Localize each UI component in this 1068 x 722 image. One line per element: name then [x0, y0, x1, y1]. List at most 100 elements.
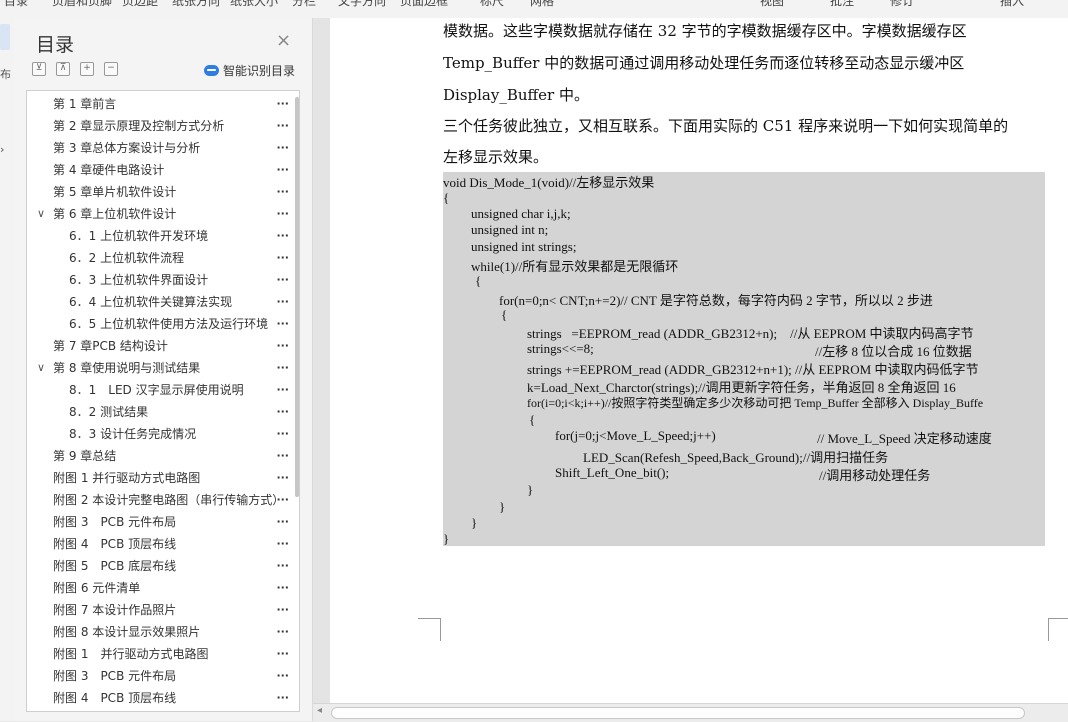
toc-item[interactable]: 附图 8 本设计显示效果照片 ···: [27, 621, 289, 643]
ribbon-toolbar: 目录 页眉和页脚 页边距 纸张方向 纸张大小 分栏 文字方向 页面边框 标尺 网…: [0, 0, 1068, 19]
code-comment: //调用移动处理任务: [819, 468, 931, 483]
ribbon-item[interactable]: 视图: [760, 0, 784, 9]
toc-leader-dots: ···: [276, 493, 289, 506]
toc-item-label: 第 8 章使用说明与测试结果: [53, 361, 201, 375]
toc-leader-dots: ···: [276, 383, 289, 396]
toc-item[interactable]: 附图 7 本设计作品照片 ···: [27, 599, 289, 621]
toc-item-label: 附图 5 PCB 底层布线: [53, 559, 177, 573]
toc-item[interactable]: 第 4 章硬件电路设计 ···: [27, 159, 289, 181]
toc-item-label: 附图 8 本设计显示效果照片: [53, 625, 201, 639]
toc-leader-dots: ···: [276, 581, 289, 594]
toc-item[interactable]: 附图 3 PCB 元件布局 ···: [27, 665, 289, 687]
toc-leader-dots: ···: [276, 603, 289, 616]
toc-item-label: 第 3 章总体方案设计与分析: [53, 141, 201, 155]
code-line: for(i=0;i<k;i++)//按照字符类型确定多少次移动可把 Temp_B…: [527, 396, 984, 410]
toc-item-label: 8．3 设计任务完成情况: [69, 427, 197, 441]
toc-item[interactable]: ∨ 第 6 章上位机软件设计 ···: [27, 203, 289, 225]
toc-scrollbar[interactable]: [295, 97, 299, 497]
toc-item-label: 6．4 上位机软件关键算法实现: [69, 295, 233, 309]
remove-heading-icon[interactable]: −: [104, 62, 118, 76]
code-line: strings +=EEPROM_read (ADDR_GB2312+n+1);…: [527, 362, 979, 377]
toc-item[interactable]: 6．5 上位机软件使用方法及运行环境 ···: [27, 313, 289, 335]
scrollbar-thumb[interactable]: [331, 707, 1025, 719]
toc-item[interactable]: 6．2 上位机软件流程 ···: [27, 247, 289, 269]
ribbon-item[interactable]: 标尺: [480, 0, 504, 9]
toc-item[interactable]: 8．1 LED 汉字显示屏使用说明 ···: [27, 379, 289, 401]
ribbon-item[interactable]: 网格: [530, 0, 554, 9]
horizontal-scrollbar[interactable]: ◂: [313, 703, 1068, 722]
toc-item[interactable]: 8．2 测试结果 ···: [27, 401, 289, 423]
code-comment: //左移 8 位以合成 16 位数据: [815, 344, 972, 359]
toc-item[interactable]: 6．1 上位机软件开发环境 ···: [27, 225, 289, 247]
toc-item[interactable]: 附图 2 本设计完整电路图（串行传输方式） ···: [27, 489, 289, 511]
ribbon-item[interactable]: 插入: [1000, 0, 1024, 9]
ribbon-item[interactable]: 页面边框: [400, 0, 448, 9]
toc-item[interactable]: 6．4 上位机软件关键算法实现 ···: [27, 291, 289, 313]
toc-item[interactable]: 附图 4 PCB 顶层布线 ···: [27, 533, 289, 555]
toc-item[interactable]: 第 5 章单片机软件设计 ···: [27, 181, 289, 203]
chevron-right-icon[interactable]: ›: [0, 143, 4, 156]
toc-item[interactable]: 附图 1 并行驱动方式电路图 ···: [27, 467, 289, 489]
code-line: unsigned int strings;: [471, 239, 577, 254]
ribbon-item[interactable]: 批注: [830, 0, 854, 9]
ai-cloud-icon: [204, 65, 219, 76]
toc-item[interactable]: 8．3 设计任务完成情况 ···: [27, 423, 289, 445]
chevron-down-icon[interactable]: ∨: [37, 357, 45, 379]
toc-item-label: 附图 1 并行驱动方式电路图: [53, 471, 201, 485]
toc-item[interactable]: 附图 3 PCB 元件布局 ···: [27, 511, 289, 533]
toc-item[interactable]: 第 2 章显示原理及控制方式分析 ···: [27, 115, 289, 137]
toc-item[interactable]: 附图 4 PCB 顶层布线 ···: [27, 687, 289, 709]
code-line: for(j=0;j<Move_L_Speed;j++): [555, 428, 716, 443]
toc-leader-dots: ···: [276, 669, 289, 682]
panel-title: 目录: [36, 34, 75, 56]
add-heading-icon[interactable]: +: [80, 62, 94, 76]
toc-item[interactable]: 附图 5 PCB 底层布线 ···: [27, 555, 289, 577]
ribbon-item[interactable]: 纸张大小: [230, 0, 278, 9]
toc-nav-icon[interactable]: [0, 24, 10, 50]
toc-item[interactable]: 第 9 章总结 ···: [27, 445, 289, 467]
toc-item-label: 附图 6 元件清单: [53, 581, 141, 595]
code-line: {: [529, 412, 536, 427]
toc-leader-dots: ···: [276, 317, 289, 330]
code-line: {: [501, 307, 508, 322]
ribbon-item[interactable]: 纸张方向: [172, 0, 220, 9]
ribbon-item[interactable]: 文字方向: [338, 0, 386, 9]
ribbon-item[interactable]: 页边距: [122, 0, 158, 9]
toc-leader-dots: ···: [276, 251, 289, 264]
toc-leader-dots: ···: [276, 185, 289, 198]
paragraph-line: 左移显示效果。: [443, 148, 549, 166]
document-page: 模数据。这些字模数据就存储在 32 字节的字模数据缓存区中。字模数据缓存区 Te…: [330, 18, 1068, 703]
toc-item-label: 附图 4 PCB 顶层布线: [53, 691, 177, 705]
toc-item-label: 6．3 上位机软件界面设计: [69, 273, 209, 287]
toc-item[interactable]: 附图 1 并行驱动方式电路图 ···: [27, 643, 289, 665]
code-block: void Dis_Mode_1(void)//左移显示效果 { unsigned…: [443, 172, 1045, 546]
toc-item[interactable]: 第 3 章总体方案设计与分析 ···: [27, 137, 289, 159]
ribbon-item[interactable]: 分栏: [292, 0, 316, 9]
rail-glyph[interactable]: 布: [0, 66, 11, 82]
toc-item-label: 6．2 上位机软件流程: [69, 251, 185, 265]
toc-item[interactable]: 第 7 章PCB 结构设计 ···: [27, 335, 289, 357]
toc-item[interactable]: 第 1 章前言 ···: [27, 93, 289, 115]
toc-item-label: 8．2 测试结果: [69, 405, 149, 419]
scroll-left-icon[interactable]: ◂: [317, 705, 322, 716]
close-icon[interactable]: ×: [276, 30, 291, 51]
toc-item[interactable]: 6．3 上位机软件界面设计 ···: [27, 269, 289, 291]
ribbon-item[interactable]: 页眉和页脚: [52, 0, 112, 9]
chevron-down-icon[interactable]: ∨: [37, 203, 45, 225]
page-corner-mark: [418, 618, 441, 641]
toc-item[interactable]: ∨ 第 8 章使用说明与测试结果 ···: [27, 357, 289, 379]
toc-leader-dots: ···: [276, 405, 289, 418]
toc-leader-dots: ···: [276, 647, 289, 660]
toc-item-label: 6．1 上位机软件开发环境: [69, 229, 209, 243]
ribbon-item[interactable]: 目录: [4, 0, 28, 9]
smart-recognize-button[interactable]: 智能识别目录: [204, 62, 295, 79]
toc-leader-dots: ···: [276, 163, 289, 176]
code-line: for(n=0;n< CNT;n+=2)// CNT 是字符总数，每字符内码 2…: [499, 293, 933, 308]
collapse-all-icon[interactable]: ⊻: [32, 62, 46, 76]
toc-item[interactable]: 附图 6 元件清单 ···: [27, 577, 289, 599]
paragraph-line: Display_Buffer 中。: [443, 86, 589, 104]
code-line: }: [499, 499, 506, 514]
ribbon-item[interactable]: 修订: [890, 0, 914, 9]
toc-list: 第 1 章前言 ··· 第 2 章显示原理及控制方式分析 ··· 第 3 章总体方案设计…: [26, 90, 300, 712]
expand-all-icon[interactable]: ⊼: [56, 62, 70, 76]
